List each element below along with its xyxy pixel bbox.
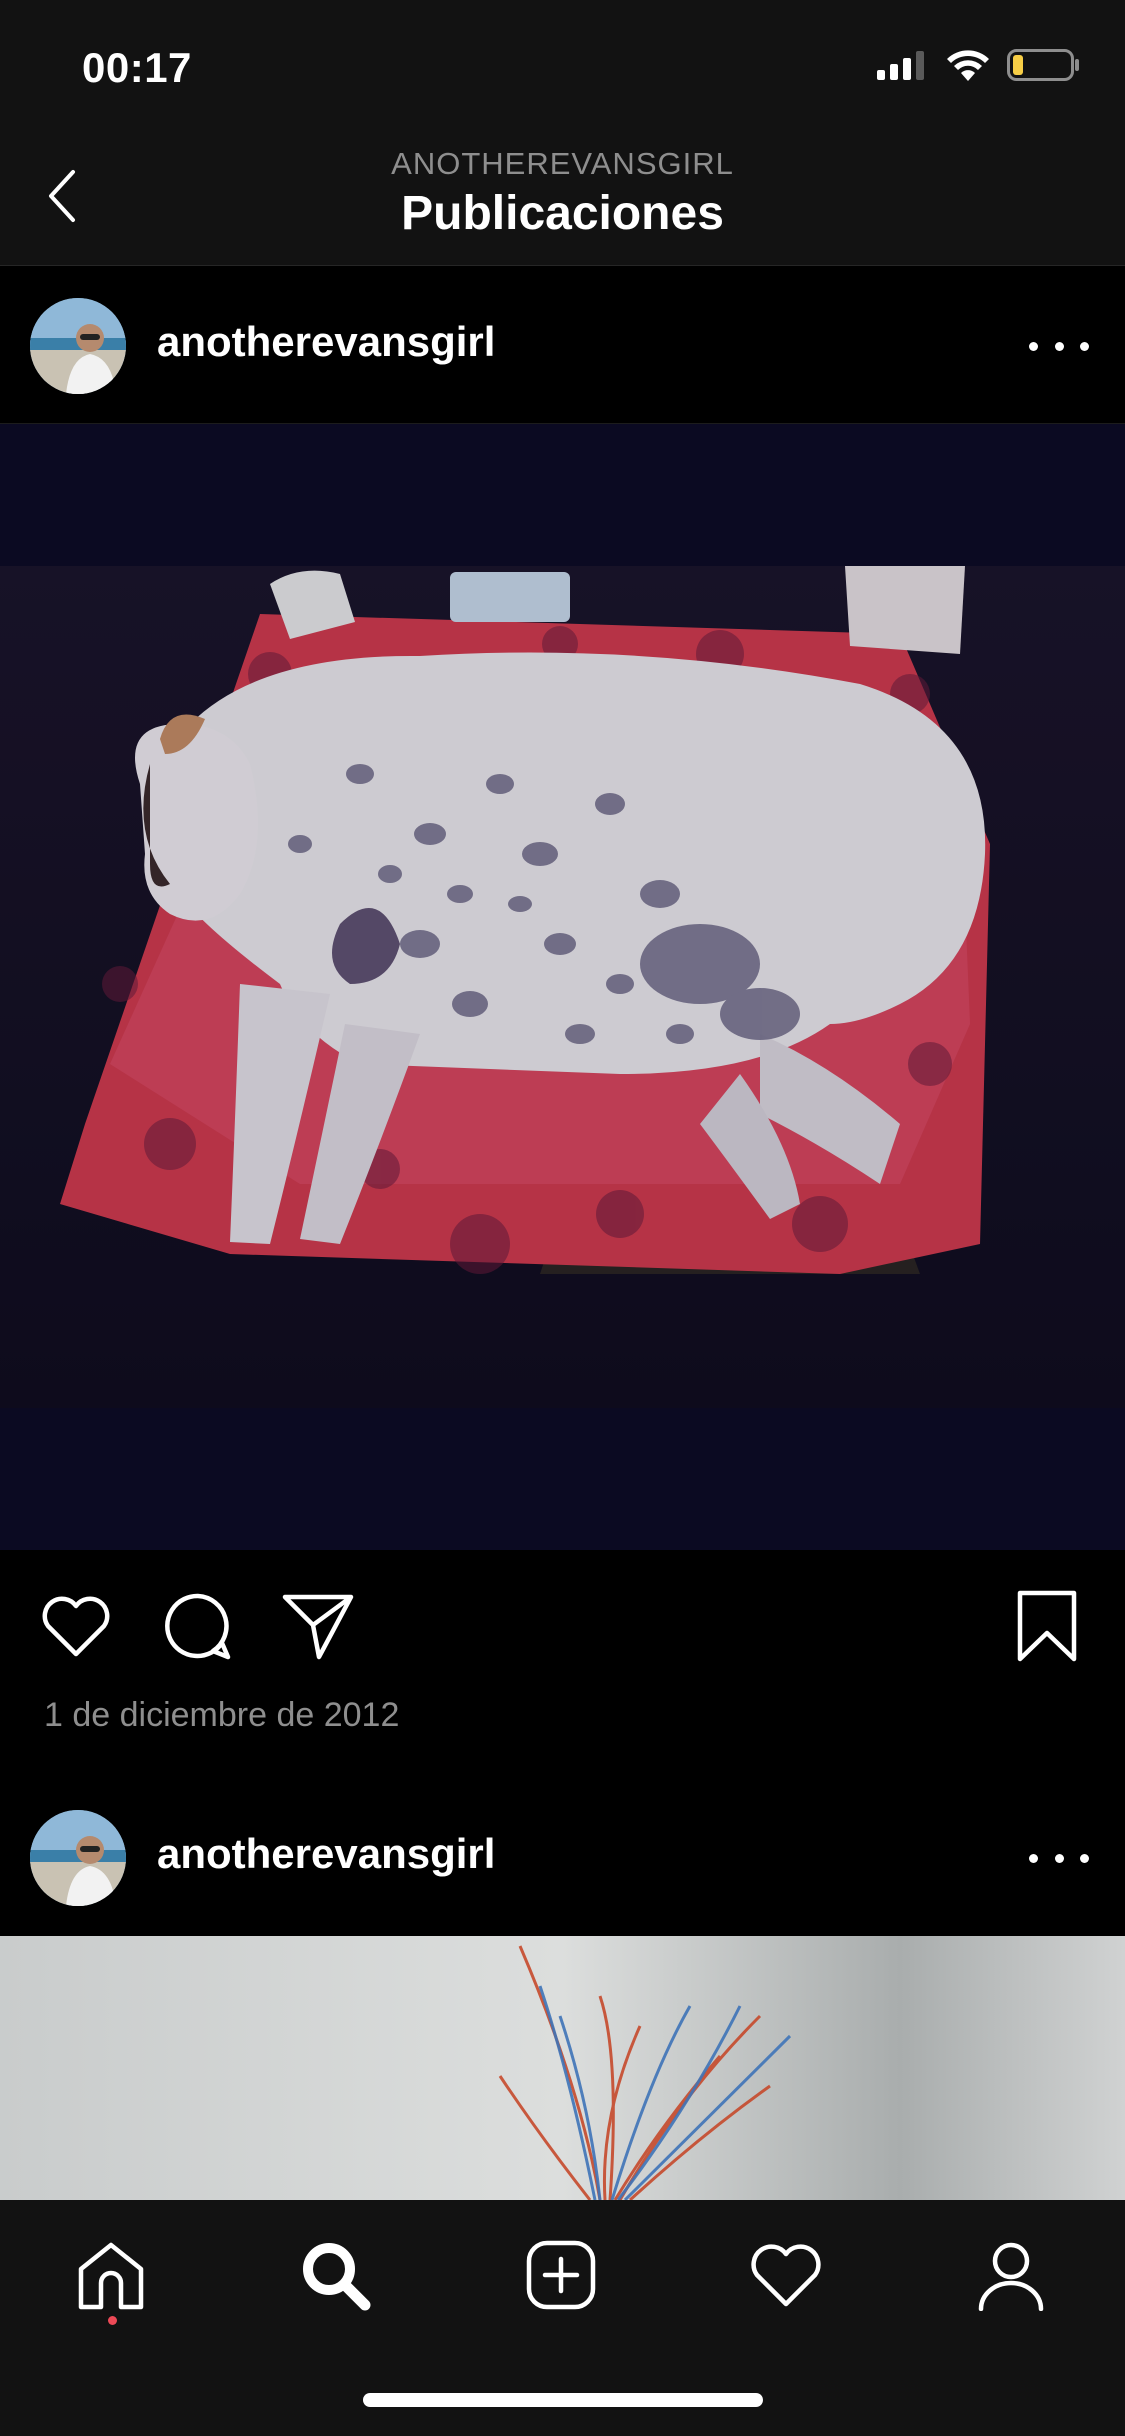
notification-dot xyxy=(108,2316,117,2325)
add-post-icon xyxy=(526,2240,596,2310)
more-horizontal-icon xyxy=(1029,341,1038,351)
page-title: Publicaciones xyxy=(401,187,724,240)
comment-icon xyxy=(165,1593,231,1660)
share-button[interactable] xyxy=(278,1586,358,1666)
post-header: anotherevansgirl xyxy=(0,1778,1125,1936)
wifi-icon xyxy=(947,50,989,81)
tab-profile[interactable] xyxy=(966,2230,1056,2320)
avatar[interactable] xyxy=(30,298,126,394)
nav-header: ANOTHEREVANSGIRL Publicaciones xyxy=(0,134,1125,266)
more-horizontal-icon xyxy=(1029,1853,1038,1863)
post-image[interactable] xyxy=(0,1936,1125,2200)
status-bar: 00:17 xyxy=(0,0,1125,134)
like-button[interactable] xyxy=(36,1586,116,1666)
status-icons xyxy=(877,48,1081,82)
post-action-bar xyxy=(0,1550,1125,1700)
bookmark-icon xyxy=(1017,1590,1077,1662)
tab-search[interactable] xyxy=(290,2230,380,2320)
post-username[interactable]: anotherevansgirl xyxy=(157,318,495,366)
heart-icon xyxy=(42,1596,110,1657)
share-icon xyxy=(282,1594,354,1660)
home-indicator xyxy=(363,2393,763,2407)
battery-icon xyxy=(1007,49,1079,81)
post-username[interactable]: anotherevansgirl xyxy=(157,1830,495,1878)
tab-new-post[interactable] xyxy=(516,2230,606,2320)
tab-activity[interactable] xyxy=(741,2230,831,2320)
profile-icon xyxy=(978,2242,1044,2311)
post-image[interactable] xyxy=(0,424,1125,1550)
status-time: 00:17 xyxy=(82,44,192,91)
search-icon xyxy=(303,2243,371,2311)
activity-heart-icon xyxy=(751,2244,821,2307)
post-header: anotherevansgirl xyxy=(0,266,1125,424)
more-options-button[interactable] xyxy=(1029,326,1089,366)
more-options-button[interactable] xyxy=(1029,1838,1089,1878)
home-icon xyxy=(78,2242,144,2310)
post-date: 1 de diciembre de 2012 xyxy=(44,1696,400,1734)
tab-home[interactable] xyxy=(66,2230,156,2320)
save-button[interactable] xyxy=(1007,1586,1087,1666)
signal-icon xyxy=(877,51,924,80)
nav-subtitle: ANOTHEREVANSGIRL xyxy=(391,146,734,181)
comment-button[interactable] xyxy=(158,1586,238,1666)
avatar[interactable] xyxy=(30,1810,126,1906)
